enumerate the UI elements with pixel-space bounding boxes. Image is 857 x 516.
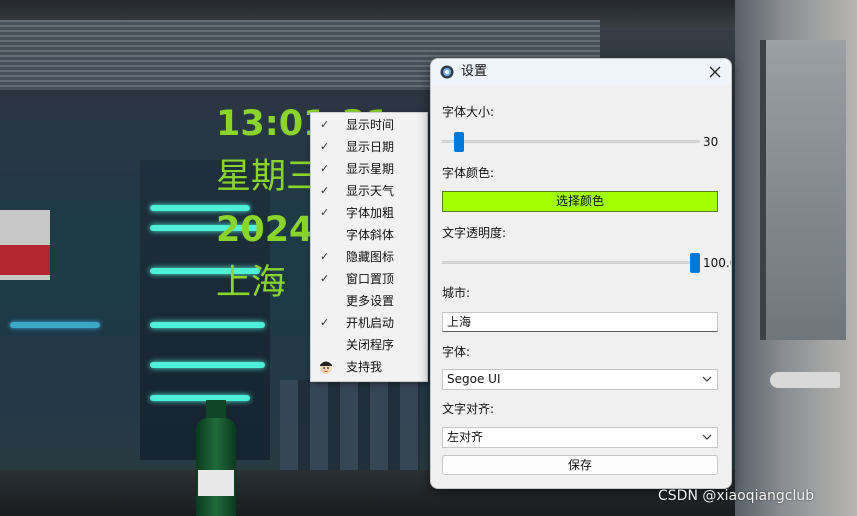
menu-item-label: 窗口置顶: [346, 272, 395, 286]
wallpaper-plane: [770, 372, 840, 388]
font-color-label: 字体颜色:: [442, 166, 495, 180]
font-select[interactable]: Segoe UI: [442, 369, 718, 390]
menu-item[interactable]: ✓ 窗口置顶: [311, 268, 427, 290]
check-icon: ✓: [320, 250, 330, 263]
wallpaper-neon-strip: [150, 395, 250, 401]
watermark: CSDN @xiaoqiangclub: [658, 488, 815, 504]
wallpaper-window-pane: [760, 40, 846, 340]
chevron-down-icon: [702, 376, 712, 382]
slider-track: [442, 140, 700, 143]
text-opacity-label: 文字透明度:: [442, 226, 507, 240]
slider-track: [442, 261, 700, 264]
menu-item[interactable]: ✓ 开机启动: [311, 312, 427, 334]
check-icon: ✓: [320, 140, 330, 153]
text-align-select-value: 左对齐: [447, 430, 484, 444]
text-align-label: 文字对齐:: [442, 402, 495, 416]
menu-item-label: 支持我: [346, 360, 383, 374]
font-label: 字体:: [442, 345, 471, 359]
city-input[interactable]: 上海: [442, 312, 718, 332]
title-bar[interactable]: 设置: [431, 59, 731, 85]
avatar-icon: [320, 361, 332, 374]
city-label: 城市:: [442, 286, 471, 300]
font-size-slider[interactable]: [442, 132, 700, 152]
app-icon: [440, 65, 454, 79]
menu-item[interactable]: 字体斜体: [311, 224, 427, 246]
menu-item-label: 更多设置: [346, 294, 395, 308]
slider-thumb[interactable]: [454, 132, 464, 152]
close-icon: [709, 66, 721, 78]
menu-item-label: 隐藏图标: [346, 250, 395, 264]
menu-item-label: 开机启动: [346, 316, 395, 330]
menu-item-label: 显示日期: [346, 140, 395, 154]
wallpaper-neon-strip: [150, 362, 265, 368]
choose-color-button[interactable]: 选择颜色: [442, 191, 718, 212]
menu-item[interactable]: ✓ 字体加粗: [311, 202, 427, 224]
chevron-down-icon: [702, 434, 712, 440]
menu-item[interactable]: ✓ 显示星期: [311, 158, 427, 180]
font-size-value: 30: [703, 135, 719, 149]
context-menu: ✓ 显示时间 ✓ 显示日期 ✓ 显示星期 ✓ 显示天气 ✓ 字体加粗字体斜体 ✓ 隐藏图标 ✓ 窗口置顶更…: [310, 112, 428, 382]
wallpaper-bottle: [196, 418, 236, 516]
menu-item[interactable]: 支持我: [311, 356, 427, 378]
font-select-value: Segoe UI: [447, 372, 501, 386]
menu-item-label: 显示天气: [346, 184, 395, 198]
menu-item-label: 字体加粗: [346, 206, 395, 220]
menu-item-label: 字体斜体: [346, 228, 395, 242]
check-icon: ✓: [320, 316, 330, 329]
menu-item[interactable]: ✓ 显示天气: [311, 180, 427, 202]
text-align-select[interactable]: 左对齐: [442, 427, 718, 448]
text-opacity-slider[interactable]: [442, 253, 700, 273]
font-size-label: 字体大小:: [442, 105, 495, 119]
settings-window: 设置 字体大小: 30 字体颜色: 选择颜色 文字透明度: 100.0 城市: …: [430, 58, 732, 489]
check-icon: ✓: [320, 206, 330, 219]
wallpaper-street-signs: [280, 380, 420, 470]
menu-item-label: 显示星期: [346, 162, 395, 176]
menu-item[interactable]: ✓ 隐藏图标: [311, 246, 427, 268]
menu-item[interactable]: 更多设置: [311, 290, 427, 312]
wallpaper-neon-strip: [10, 322, 100, 328]
menu-item[interactable]: ✓ 显示时间: [311, 114, 427, 136]
text-opacity-value: 100.0: [703, 256, 731, 270]
menu-item-label: 显示时间: [346, 118, 395, 132]
menu-item[interactable]: 关闭程序: [311, 334, 427, 356]
close-button[interactable]: [701, 60, 729, 84]
wallpaper-neon-strip: [150, 322, 265, 328]
check-icon: ✓: [320, 184, 330, 197]
menu-item-label: 关闭程序: [346, 338, 395, 352]
check-icon: ✓: [320, 272, 330, 285]
menu-item[interactable]: ✓ 显示日期: [311, 136, 427, 158]
check-icon: ✓: [320, 118, 330, 131]
wallpaper-bottle-label: [198, 470, 234, 496]
check-icon: ✓: [320, 162, 330, 175]
save-button[interactable]: 保存: [442, 455, 718, 475]
window-title: 设置: [461, 64, 488, 79]
slider-thumb[interactable]: [690, 253, 700, 273]
wallpaper-red-sign: [0, 245, 50, 275]
